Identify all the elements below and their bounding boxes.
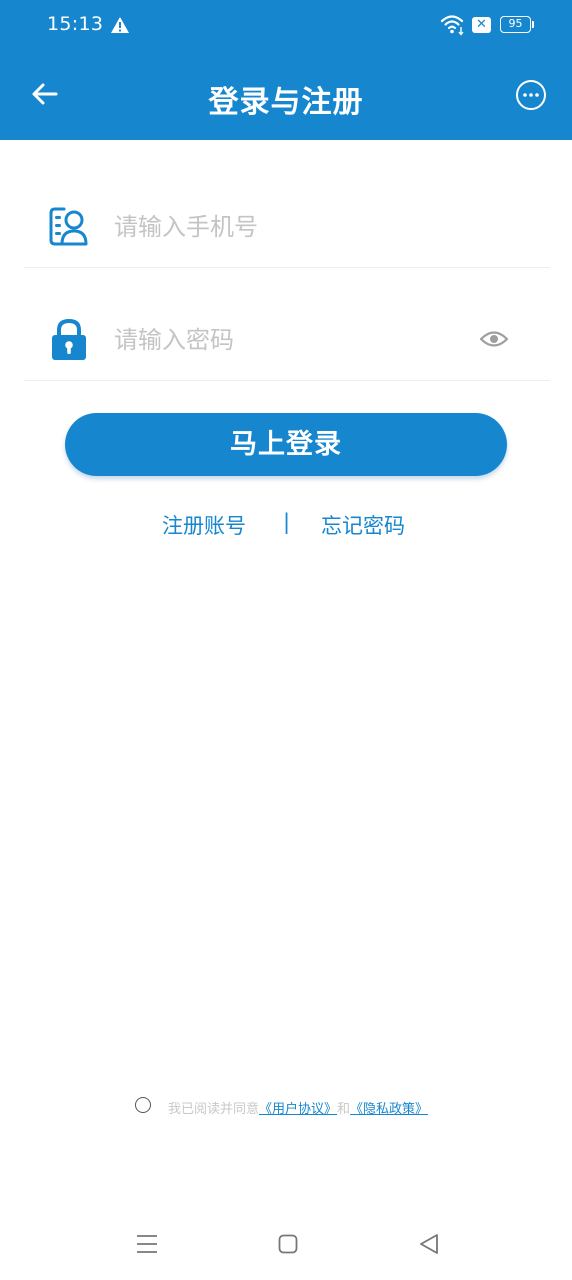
user-agreement-link[interactable]: 《用户协议》 [259,1102,337,1117]
agreement-text: 我已阅读并同意《用户协议》和《隐私政策》 [168,1098,428,1117]
lock-icon [52,318,86,360]
password-row [24,268,550,381]
status-time: 15:13 [47,13,104,35]
status-bar: 15:13 ✕ 95 [0,0,572,50]
auth-links: 注册账号 | 忘记密码 [0,510,572,540]
phone-row [24,155,550,268]
phone-user-icon [49,207,88,246]
link-separator: | [283,510,291,534]
menu-icon[interactable] [136,1233,158,1255]
register-link[interactable]: 注册账号 [162,510,246,540]
login-button[interactable]: 马上登录 [65,413,507,476]
warning-icon [111,17,129,33]
battery-tip [532,21,534,28]
notification-x-icon: ✕ [472,17,491,33]
back-triangle-icon[interactable] [418,1233,440,1255]
agreement-row: 我已阅读并同意《用户协议》和《隐私政策》 [0,1095,572,1119]
login-register-page: 15:13 ✕ 95 登录与注册 请输入手机号 马上登录 注册账号 | 忘记密码… [0,0,572,1280]
agreement-prefix: 我已阅读并同意 [168,1102,260,1117]
phone-input[interactable] [114,207,474,247]
agreement-and: 和 [337,1102,351,1117]
privacy-policy-link[interactable]: 《隐私政策》 [350,1102,428,1117]
forgot-password-link[interactable]: 忘记密码 [321,510,405,540]
wifi-icon [440,15,464,36]
battery-level: 95 [508,17,523,30]
app-header: 登录与注册 [0,50,572,140]
home-icon[interactable] [278,1234,298,1254]
page-title: 登录与注册 [208,85,364,120]
system-nav-bar [0,1215,572,1275]
agreement-radio[interactable] [135,1097,151,1113]
battery-icon: 95 [500,16,531,33]
eye-icon[interactable] [478,327,510,351]
password-input[interactable] [114,320,474,360]
more-options-icon[interactable] [515,79,547,111]
